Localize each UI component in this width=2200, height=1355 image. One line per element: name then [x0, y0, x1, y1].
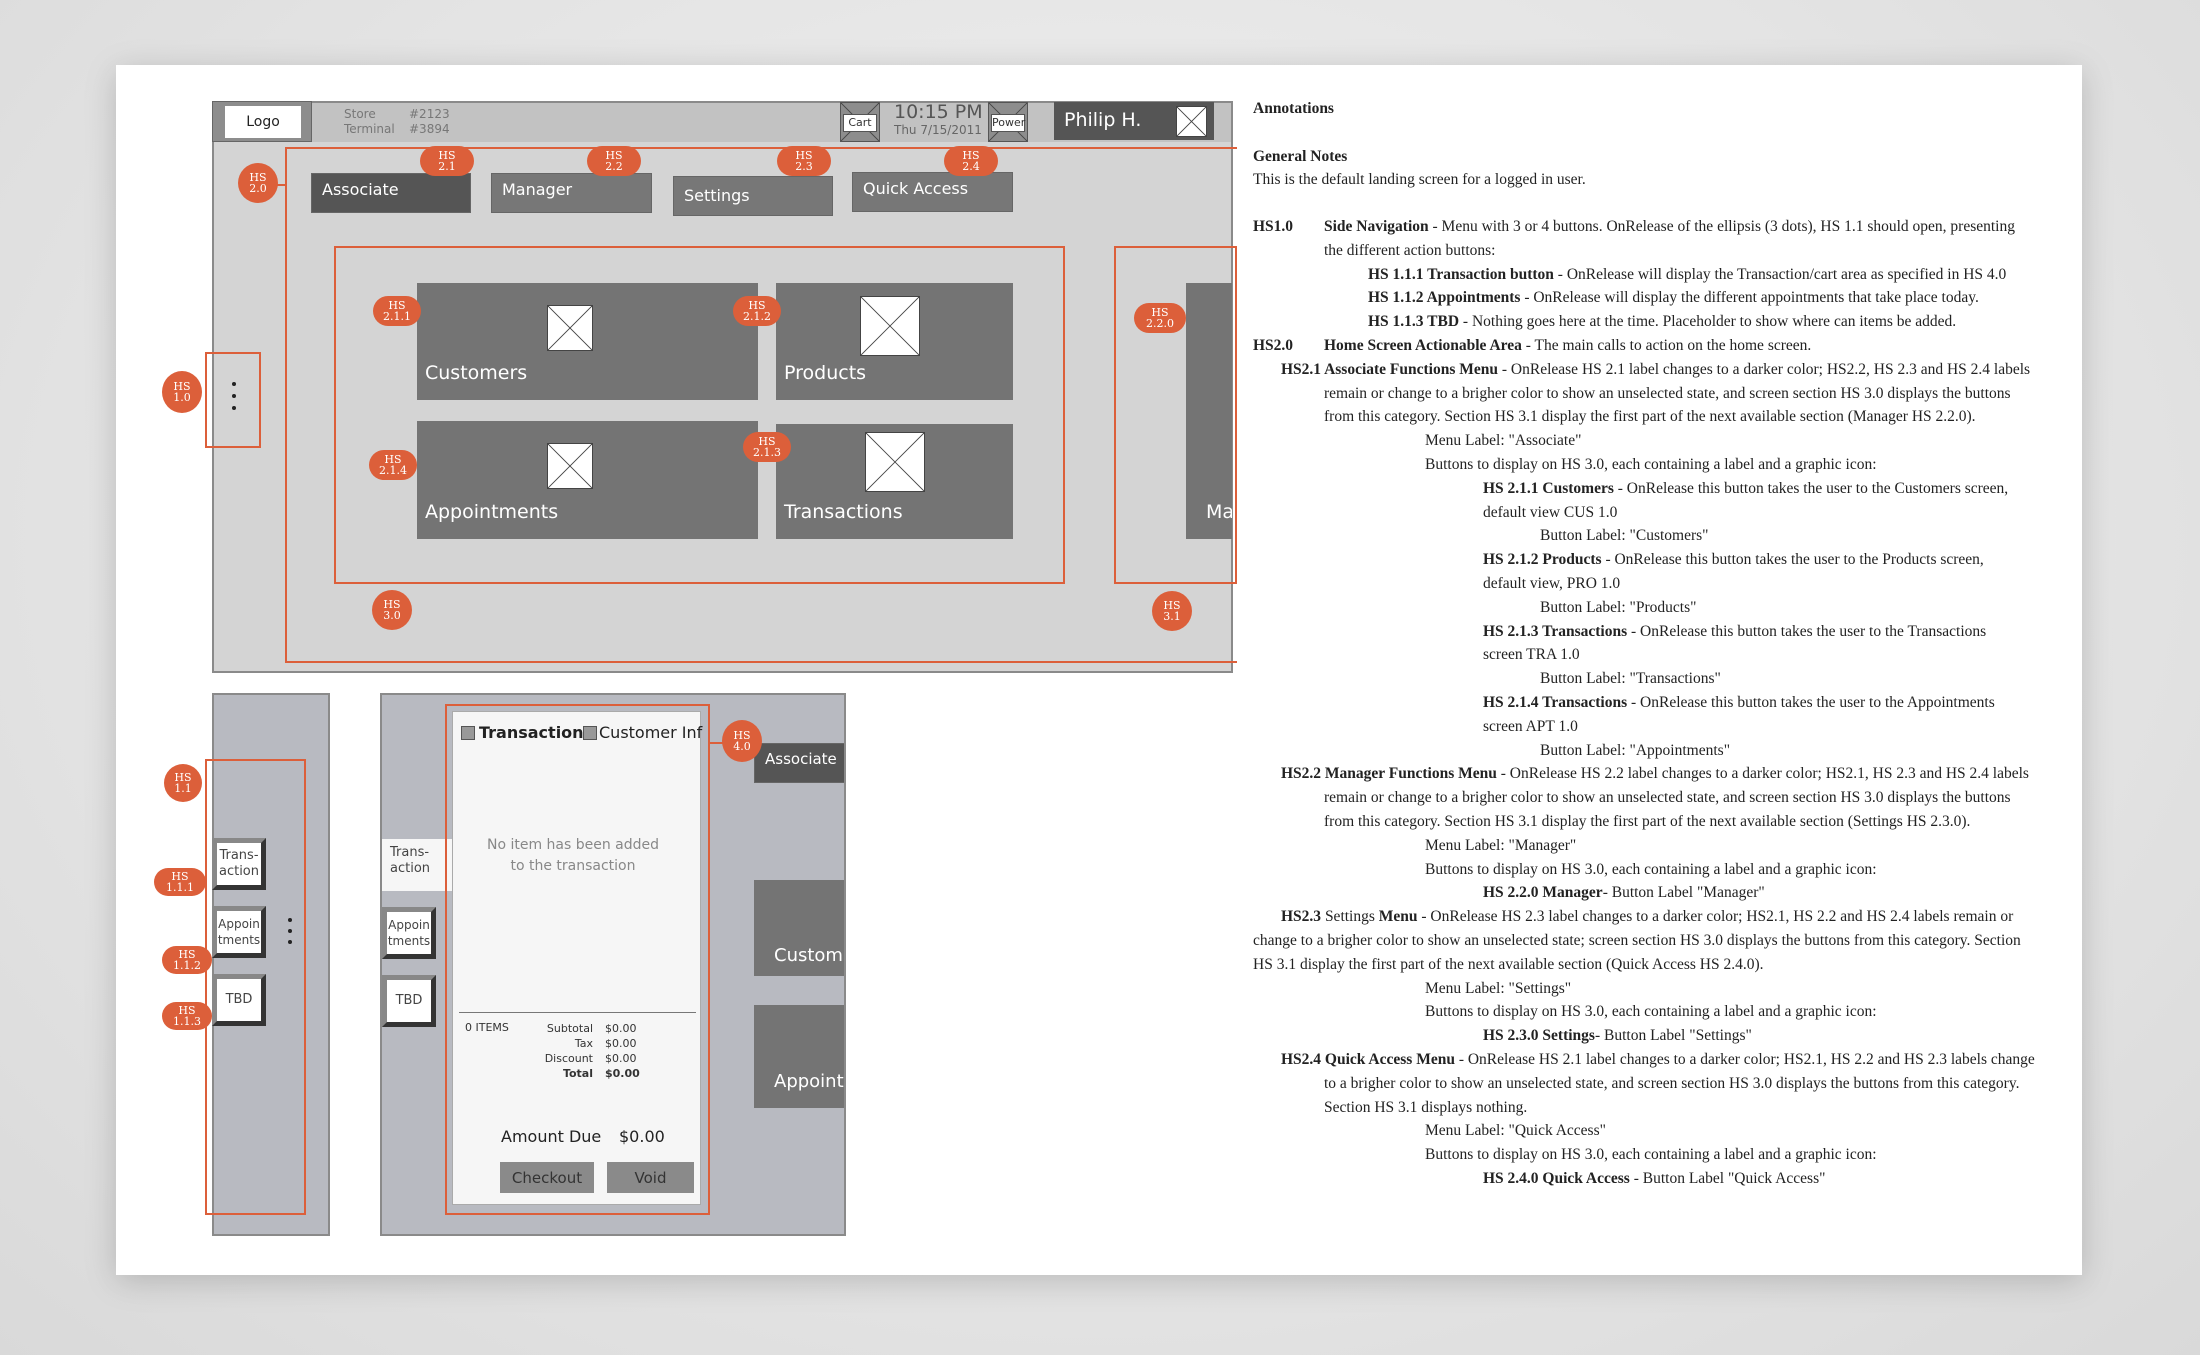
- ellipsis-menu-button[interactable]: [288, 918, 292, 944]
- store-number: #2123: [409, 107, 450, 121]
- dot-icon: [232, 406, 236, 410]
- logo-frame: Logo: [212, 101, 312, 142]
- tile-products[interactable]: Products: [776, 283, 1013, 400]
- clock-time: 10:15 PM: [894, 101, 983, 123]
- dot-icon: [232, 394, 236, 398]
- empty-cart-message: No item has been added to the transactio…: [486, 837, 660, 874]
- cart-label: Cart: [843, 114, 877, 132]
- void-button[interactable]: Void: [607, 1162, 694, 1193]
- cart-button[interactable]: Cart: [840, 102, 880, 142]
- summary-row: Discount $0.00: [523, 1051, 653, 1066]
- badge-hs-1-1-2: HS 1.1.2: [162, 946, 212, 974]
- tile-transactions[interactable]: Transactions: [776, 424, 1013, 539]
- badge-hs-2-0: HS 2.0: [238, 163, 278, 203]
- badge-hs-3-1: HS 3.1: [1152, 591, 1192, 631]
- avatar: [1176, 106, 1207, 137]
- side-nav-transaction-selected[interactable]: Trans- action: [382, 839, 452, 891]
- badge-hs-2-3: HS 2.3: [777, 146, 831, 176]
- side-nav-appointments-button[interactable]: Appoin tments: [382, 907, 436, 959]
- badge-hs-4-0: HS 4.0: [722, 720, 762, 762]
- menu-settings[interactable]: Settings: [673, 176, 833, 216]
- tile-appointments[interactable]: Appointn: [754, 1005, 844, 1108]
- badge-hs-1-1-3: HS 1.1.3: [162, 1002, 212, 1030]
- summary-value: $0.00: [605, 1067, 640, 1080]
- dot-icon: [288, 940, 292, 944]
- general-notes-text: This is the default landing screen for a…: [1253, 171, 1586, 188]
- user-name: Philip H.: [1064, 109, 1142, 131]
- summary-value: $0.00: [605, 1052, 637, 1065]
- tile-customers[interactable]: Customers: [417, 283, 758, 400]
- dot-icon: [288, 929, 292, 933]
- summary-row: Total $0.00: [523, 1066, 653, 1081]
- avatar-placeholder-icon: [1177, 107, 1206, 136]
- customers-icon: [547, 305, 593, 351]
- logo[interactable]: Logo: [225, 106, 301, 138]
- menu-quick-access[interactable]: Quick Access: [852, 172, 1013, 212]
- checkout-button[interactable]: Checkout: [500, 1162, 594, 1193]
- tile-label: Transactions: [784, 501, 903, 523]
- summary-label: Total: [562, 1067, 593, 1080]
- menu-manager[interactable]: Manager: [491, 173, 652, 213]
- badge-hs-2-2-0: HS 2.2.0: [1134, 303, 1186, 333]
- tile-label: Customers: [425, 362, 528, 384]
- clock-date: Thu 7/15/2011: [894, 123, 982, 137]
- badge-hs-2-2: HS 2.2: [587, 146, 641, 176]
- dot-icon: [288, 918, 292, 922]
- badge-hs-2-1-4: HS 2.1.4: [369, 450, 417, 480]
- summary-label: Tax: [574, 1037, 593, 1050]
- badge-hs-2-1-3: HS 2.1.3: [743, 432, 791, 462]
- power-label: Power: [991, 114, 1025, 132]
- ellipsis-menu-button[interactable]: [232, 382, 236, 410]
- customer-tab-icon: [583, 725, 597, 740]
- summary-value: $0.00: [605, 1037, 637, 1050]
- tile-customers[interactable]: Custome: [754, 880, 844, 976]
- tile-label: Products: [784, 362, 867, 384]
- transaction-tab-icon: [461, 725, 475, 740]
- appointments-icon: [547, 443, 593, 489]
- cart-summary: Subtotal $0.00 Tax $0.00 Discount $0.00 Total $…: [523, 1021, 653, 1081]
- terminal-number: #3894: [409, 122, 450, 136]
- badge-hs-2-1-2: HS 2.1.2: [733, 296, 781, 326]
- side-nav-appointments-button[interactable]: Appoin tments: [212, 906, 266, 958]
- summary-row: Tax $0.00: [523, 1036, 653, 1051]
- side-nav-tbd-button[interactable]: TBD: [382, 975, 436, 1027]
- tile-appointments[interactable]: Appointments: [417, 421, 758, 539]
- side-nav-tbd-button[interactable]: TBD: [212, 974, 266, 1026]
- divider: [459, 1012, 696, 1013]
- tile-manager-partial[interactable]: Ma: [1186, 283, 1232, 539]
- dot-icon: [232, 382, 236, 386]
- amount-due-value: $0.00: [619, 1127, 665, 1146]
- summary-label: Discount: [544, 1052, 593, 1065]
- tile-label: Appointments: [425, 501, 559, 523]
- menu-associate[interactable]: Associate: [754, 743, 844, 783]
- item-count: 0 ITEMS: [465, 1021, 509, 1034]
- badge-hs-2-1-1: HS 2.1.1: [373, 296, 421, 326]
- general-notes-heading: General Notes: [1253, 148, 1348, 165]
- summary-label: Subtotal: [546, 1022, 593, 1035]
- badge-hs-1-0: HS 1.0: [162, 371, 202, 413]
- annotations-title: Annotations: [1253, 100, 1334, 117]
- badge-hs-1-1: HS 1.1: [164, 764, 202, 802]
- side-nav-transaction-button[interactable]: Trans- action: [212, 838, 266, 890]
- summary-row: Subtotal $0.00: [523, 1021, 653, 1036]
- cart-card: Transaction Customer Inf No item has bee…: [452, 711, 702, 1205]
- amount-due-label: Amount Due: [501, 1127, 602, 1146]
- summary-value: $0.00: [605, 1022, 637, 1035]
- terminal-label: Terminal: [344, 122, 395, 136]
- user-menu[interactable]: Philip H.: [1054, 102, 1214, 140]
- tab-customer-info[interactable]: Customer Inf: [583, 723, 702, 742]
- tab-transaction[interactable]: Transaction: [461, 723, 584, 742]
- power-button[interactable]: Power: [988, 102, 1028, 142]
- badge-hs-2-1: HS 2.1: [420, 146, 474, 176]
- transactions-icon: [865, 432, 925, 492]
- badge-hs-3-0: HS 3.0: [372, 590, 412, 630]
- badge-hs-1-1-1: HS 1.1.1: [154, 868, 206, 896]
- badge-hs-2-4: HS 2.4: [944, 146, 998, 176]
- menu-associate[interactable]: Associate: [311, 173, 471, 213]
- store-label: Store: [344, 107, 376, 121]
- tile-label: Ma: [1206, 501, 1232, 523]
- products-icon: [860, 296, 920, 356]
